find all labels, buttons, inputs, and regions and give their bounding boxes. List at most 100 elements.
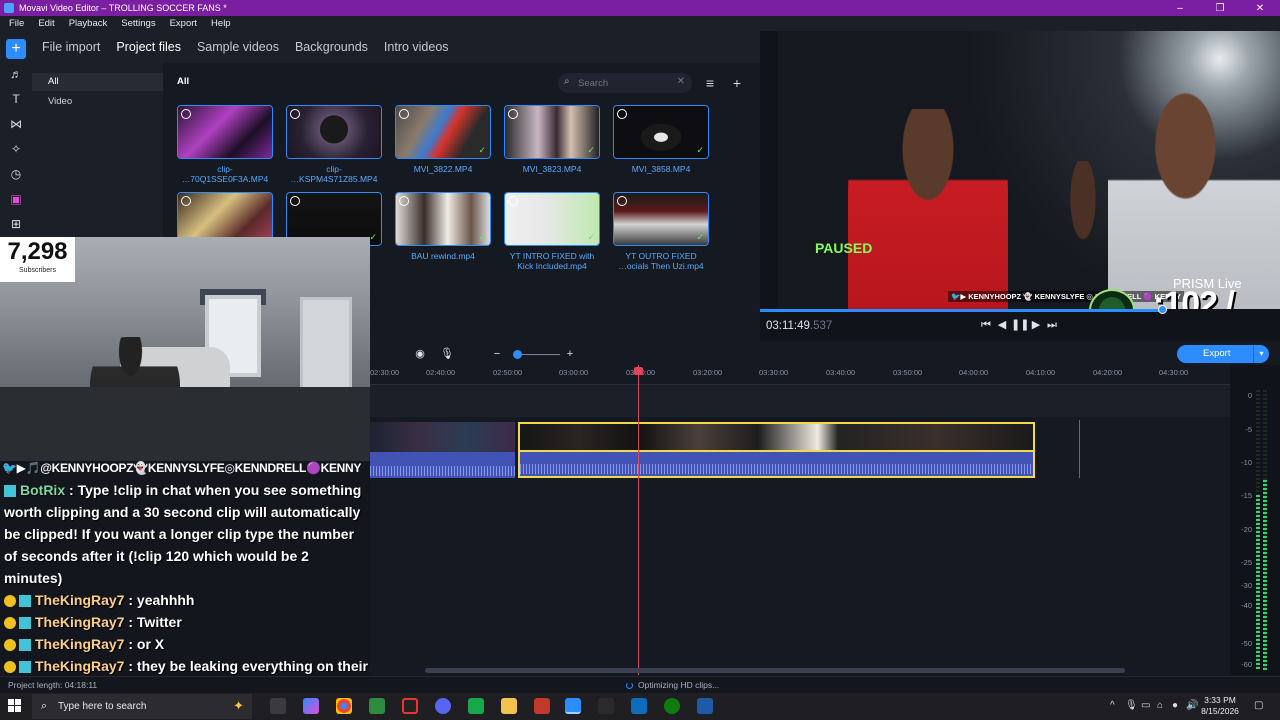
add-media-icon[interactable]: + [6, 39, 26, 59]
skip-start-icon[interactable]: ⏮ [978, 317, 994, 333]
titles-icon[interactable]: T [6, 89, 26, 109]
more-tools-icon[interactable]: ⊞ [6, 214, 26, 234]
menu-settings[interactable]: Settings [121, 18, 155, 29]
system-clock[interactable]: 3:33 PM 8/15/2026 [1200, 695, 1240, 717]
microphone-icon[interactable]: 🎙 [440, 347, 454, 361]
sub-badge-icon [4, 595, 16, 608]
gift-badge-icon [19, 639, 31, 652]
record-icon[interactable]: ◉ [413, 347, 427, 361]
menu-help[interactable]: Help [211, 18, 231, 29]
ruler-tick: 04:20:00 [1093, 368, 1123, 377]
tray-chevron-icon[interactable]: ^ [1110, 700, 1115, 711]
clip-thumbnail[interactable]: ✓ [613, 192, 709, 246]
video-clip[interactable] [370, 422, 515, 452]
chat-message: TheKingRay7 : yeahhhh [0, 589, 370, 611]
timeline-scrollbar[interactable] [425, 668, 1125, 673]
display-icon[interactable]: ▭ [1141, 700, 1150, 711]
xbox-icon[interactable] [664, 698, 680, 714]
obs-icon[interactable] [402, 698, 418, 714]
clip-name: clip- …70Q1SSE0F3A.MP4 [181, 164, 269, 184]
search-box[interactable]: ⌕ ✕ [558, 73, 692, 93]
clip-thumbnail[interactable]: ✓ [395, 192, 491, 246]
search-input[interactable] [578, 76, 674, 90]
playhead-handle[interactable] [634, 367, 643, 375]
audio-clip[interactable] [370, 452, 515, 478]
ruler-tick: 04:10:00 [1026, 368, 1056, 377]
time-ruler[interactable]: 02:30:00 02:40:00 02:50:00 03:00:00 03:1… [370, 365, 1230, 385]
effects-icon[interactable]: ✧ [6, 139, 26, 159]
clip-thumbnail[interactable]: ✓ [504, 105, 600, 159]
menu-playback[interactable]: Playback [69, 18, 108, 29]
menu-file[interactable]: File [9, 18, 24, 29]
spinner-icon [626, 682, 633, 689]
chat-message: BotRix : Type !clip in chat when you see… [0, 479, 370, 589]
tab-sample-videos[interactable]: Sample videos [197, 40, 279, 54]
movavi-logo-icon [4, 3, 14, 13]
clip-thumbnail[interactable] [177, 105, 273, 159]
sort-icon[interactable]: ≡ [700, 73, 720, 93]
capcut-icon[interactable] [598, 698, 614, 714]
notifications-icon[interactable]: ▢ [1254, 700, 1263, 711]
timeline[interactable]: 02:30:00 02:40:00 02:50:00 03:00:00 03:1… [370, 365, 1230, 675]
playback-knob[interactable] [1157, 305, 1167, 314]
clip-thumbnail[interactable]: ✓ [395, 105, 491, 159]
selected-video-clip[interactable] [518, 422, 1035, 452]
tab-file-import[interactable]: File import [42, 40, 100, 54]
zoom-knob[interactable] [513, 350, 522, 359]
movavi-taskbar-icon[interactable] [565, 698, 581, 714]
menu-edit[interactable]: Edit [38, 18, 54, 29]
playhead[interactable] [638, 365, 639, 675]
selected-audio-clip[interactable] [518, 452, 1035, 478]
close-button[interactable]: ✕ [1240, 3, 1280, 14]
zoom-in-icon[interactable]: + [563, 347, 577, 361]
tab-project-files[interactable]: Project files [116, 40, 181, 54]
outlook-icon[interactable] [631, 698, 647, 714]
step-forward-icon[interactable]: ▶ [1028, 317, 1044, 333]
empty-track[interactable] [370, 385, 1230, 417]
clock-icon[interactable]: ◷ [6, 164, 26, 184]
zoom-out-icon[interactable]: − [490, 347, 504, 361]
chrome-icon[interactable] [336, 698, 352, 714]
clip-thumbnail[interactable]: ✓ [613, 105, 709, 159]
chat-user: TheKingRay7 [35, 614, 125, 630]
discord-icon[interactable] [435, 698, 451, 714]
pause-icon[interactable]: ❚❚ [1011, 317, 1029, 333]
voicemeeter-icon[interactable] [534, 698, 550, 714]
tab-backgrounds[interactable]: Backgrounds [295, 40, 368, 54]
minimize-button[interactable]: – [1160, 3, 1200, 14]
volume-icon[interactable]: 🔊 [1186, 700, 1198, 711]
add-folder-icon[interactable]: + [727, 73, 747, 93]
category-video[interactable]: Video [32, 93, 163, 111]
app-icon[interactable] [697, 698, 713, 714]
video-preview[interactable]: PAUSED 🐦▶ KENNYHOOPZ 👻 KENNYSLYFE ◎ KENN… [778, 31, 1280, 309]
task-view-icon[interactable] [270, 698, 286, 714]
windows-start-icon[interactable] [8, 699, 22, 713]
taskbar-search[interactable]: ⌕ Type here to search ✦ [32, 694, 252, 719]
menu-export[interactable]: Export [170, 18, 197, 29]
meter-bar-right [1263, 390, 1267, 670]
clear-search-icon[interactable]: ✕ [677, 76, 685, 87]
music-icon[interactable]: ♬ [6, 64, 26, 84]
network-icon[interactable]: ⌂ [1157, 700, 1163, 711]
step-back-icon[interactable]: ◀ [994, 317, 1010, 333]
store-app-icon[interactable] [369, 698, 385, 714]
copilot-icon[interactable] [303, 698, 319, 714]
microphone-tray-icon[interactable]: 🎙 [1125, 700, 1138, 711]
app-tray-icon[interactable]: ● [1172, 700, 1178, 711]
export-dropdown-icon[interactable]: ▾ [1253, 345, 1269, 363]
export-button[interactable]: Export ▾ [1177, 345, 1269, 363]
store-icon[interactable]: ▣ [6, 189, 26, 209]
audio-waveform [370, 466, 515, 476]
playback-progress[interactable] [760, 309, 1162, 312]
maximize-button[interactable]: ❐ [1200, 3, 1240, 14]
transitions-icon[interactable]: ⋈ [6, 114, 26, 134]
meter-label: 0 [1247, 391, 1252, 400]
app-icon[interactable] [468, 698, 484, 714]
clip-thumbnail[interactable]: ✓ [504, 192, 600, 246]
clip-thumbnail[interactable] [286, 105, 382, 159]
tab-intro-videos[interactable]: Intro videos [384, 40, 449, 54]
meter-label: -10 [1241, 458, 1252, 467]
category-all[interactable]: All [32, 73, 163, 91]
file-explorer-icon[interactable] [501, 698, 517, 714]
skip-end-icon[interactable]: ⏭ [1044, 317, 1060, 333]
